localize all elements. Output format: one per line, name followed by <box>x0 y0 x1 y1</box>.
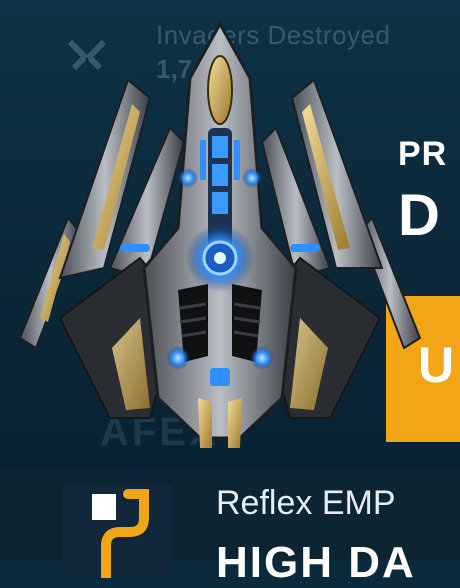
ability-subtitle: HIGH DA <box>216 538 416 587</box>
ability-name: Reflex EMP <box>216 484 396 522</box>
spaceship-illustration <box>18 20 422 448</box>
emp-icon <box>101 489 149 578</box>
ability-tile[interactable] <box>62 484 172 578</box>
